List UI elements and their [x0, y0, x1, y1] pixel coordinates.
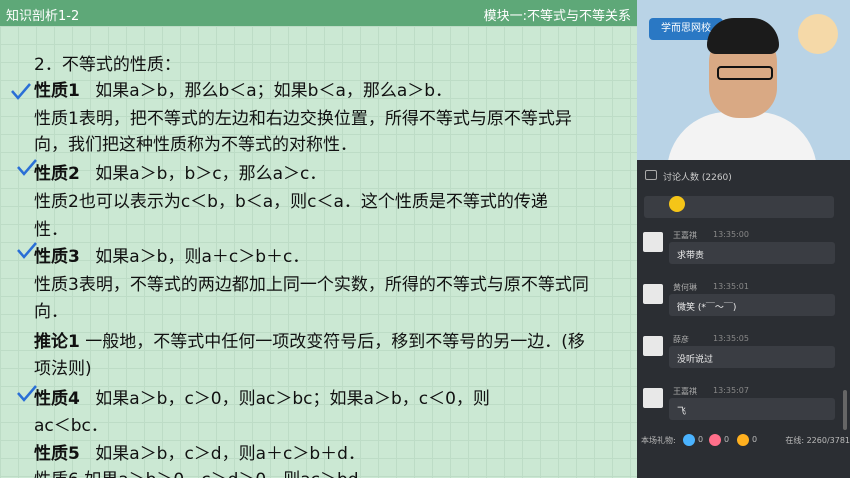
message-time: 13:35:00 — [713, 230, 749, 239]
mascot-icon — [798, 14, 838, 54]
message-text: 求带责 — [677, 251, 705, 261]
property-1-label: 性质1 — [34, 81, 80, 101]
message-author: 薛彦 — [673, 335, 689, 344]
corollary-1-text-2: 项法则) — [34, 359, 92, 379]
avatar — [643, 336, 663, 356]
trophy-gift-icon[interactable] — [737, 434, 749, 446]
property-4-text-2: ac＜bc． — [34, 416, 108, 436]
property-3-desc-1: 性质3表明，不等式的两边都加上同一个实数，所得的不等式与原不等式同 — [34, 275, 589, 295]
chat-panel: 讨论人数 (2260) 王嘉祺 13:35:00 求带责 黄何琳 13:35:0… — [637, 160, 850, 478]
section-heading: 2．不等式的性质： — [34, 55, 181, 75]
online-count: 在线: 2260/3781 — [785, 436, 850, 445]
corollary-1-text: 一般地，不等式中任何一项改变符号后，移到不等号的另一边．(移 — [85, 332, 585, 352]
checkmark-icon — [10, 82, 32, 100]
property-1-desc-2: 向，我们把这种性质称为不等式的对称性． — [34, 135, 357, 155]
message-time: 13:35:05 — [713, 334, 749, 343]
chat-message: 王嘉祺 13:35:07 飞 — [643, 382, 838, 426]
gift-count: 0 — [698, 435, 704, 444]
snowflake-gift-icon[interactable] — [683, 434, 695, 446]
property-3-desc-2: 向． — [34, 302, 68, 322]
avatar — [643, 232, 663, 252]
message-text: 没听说过 — [677, 355, 714, 365]
message-text: 微笑 (*￣～￣) — [677, 303, 737, 313]
smile-emoji-icon — [669, 196, 685, 212]
chat-header: 讨论人数 (2260) — [637, 166, 850, 186]
teacher-hair — [707, 18, 779, 54]
chat-scrollbar[interactable] — [843, 390, 847, 430]
gift-count: 0 — [752, 435, 758, 444]
property-3-text: 如果a＞b，则a＋c＞b＋c． — [95, 247, 310, 267]
property-2-desc-2: 性． — [34, 220, 68, 240]
property-6-partial: 性质6 如果a＞b＞0，c＞d＞0，则ac＞bd — [34, 469, 359, 478]
message-author: 黄何琳 — [673, 283, 697, 292]
avatar — [643, 388, 663, 408]
discussion-count: 讨论人数 (2260) — [663, 173, 732, 183]
chat-message: 王嘉祺 13:35:00 求带责 — [643, 226, 838, 270]
slide-topbar: 知识剖析1-2 模块一:不等式与不等关系 — [0, 0, 637, 26]
property-4-text: 如果a＞b，c＞0，则ac＞bc；如果a＞b，c＜0，则 — [95, 389, 490, 409]
slide-content: 2．不等式的性质： 性质1 如果a＞b，那么b＜a；如果b＜a，那么a＞b． 性… — [0, 26, 637, 478]
property-2-text: 如果a＞b，b＞c，那么a＞c． — [95, 164, 327, 184]
glasses-icon — [717, 66, 773, 80]
message-author: 王嘉祺 — [673, 387, 697, 396]
gifts-label: 本场礼物: — [641, 436, 676, 445]
property-5-text: 如果a＞b，c＞d，则a＋c＞b＋d． — [95, 444, 365, 464]
property-1-text: 如果a＞b，那么b＜a；如果b＜a，那么a＞b． — [95, 81, 453, 101]
chat-footer: 本场礼物: 0 0 0 在线: 2260/3781 — [637, 430, 850, 450]
property-4-label: 性质4 — [34, 389, 80, 409]
property-1-desc-1: 性质1表明，把不等式的左边和右边交换位置，所得不等式与原不等式异 — [34, 109, 572, 129]
corollary-1-label: 推论1 — [34, 332, 80, 352]
message-time: 13:35:01 — [713, 282, 749, 291]
property-2-label: 性质2 — [34, 164, 80, 184]
teacher-shirt — [667, 112, 817, 160]
teacher-video: 学而思网校 — [637, 0, 850, 160]
chat-message: 黄何琳 13:35:01 微笑 (*￣～￣) — [643, 278, 838, 322]
message-text: 飞 — [677, 407, 687, 417]
message-author: 王嘉祺 — [673, 231, 697, 240]
property-5-label: 性质5 — [34, 444, 80, 464]
module-title: 模块一:不等式与不等关系 — [483, 9, 631, 24]
gift-count: 0 — [724, 435, 730, 444]
lesson-title: 知识剖析1-2 — [6, 9, 80, 24]
property-3-label: 性质3 — [34, 247, 80, 267]
chat-bubble-icon — [645, 170, 657, 180]
message-time: 13:35:07 — [713, 386, 749, 395]
chat-message: 薛彦 13:35:05 没听说过 — [643, 330, 838, 374]
property-2-desc-1: 性质2也可以表示为c＜b，b＜a，则c＜a．这个性质是不等式的传递 — [34, 192, 548, 212]
avatar — [643, 284, 663, 304]
flower-gift-icon[interactable] — [709, 434, 721, 446]
